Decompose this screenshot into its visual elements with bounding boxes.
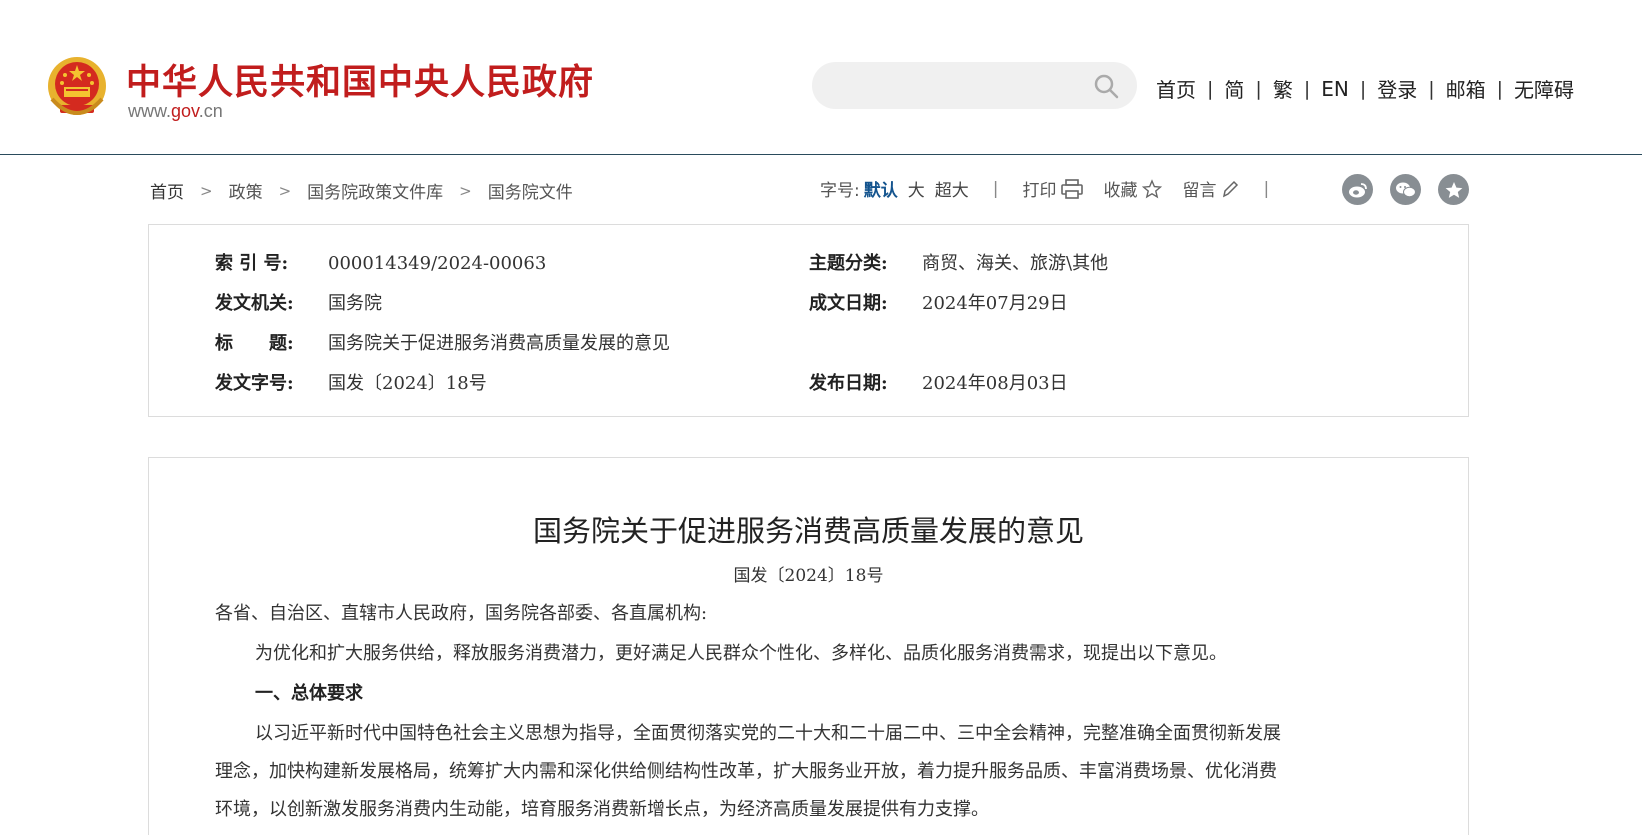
nav-separator: | [1207,77,1214,100]
meta-issuer-value: 国务院 [328,293,382,314]
meta-written-label: 成文日期: [809,293,888,314]
breadcrumb-policy[interactable]: 政策 [229,178,263,203]
meta-topic-label: 主题分类: [809,253,888,274]
nav-english[interactable]: EN [1321,77,1349,101]
site-url[interactable]: www.gov.cn [128,101,223,122]
nav-login[interactable]: 登录 [1377,74,1417,103]
meta-docno-value: 国发〔2024〕18号 [328,373,487,394]
document-title: 国务院关于促进服务消费高质量发展的意见 [532,514,1084,548]
nav-separator: | [1255,77,1262,100]
national-emblem-icon[interactable] [46,55,108,121]
top-nav: 首页 | 简 | 繁 | EN | 登录 | 邮箱 | 无障碍 [1156,74,1574,103]
nav-mail[interactable]: 邮箱 [1446,74,1486,103]
section-paragraph-line: 理念，加快构建新发展格局，统筹扩大内需和深化供给侧结构性改革，扩大服务业开放，着… [215,761,1277,782]
site-url-suffix: .cn [198,101,223,121]
chevron-right-icon: > [278,181,292,200]
site-header: 中华人民共和国中央人民政府 www.gov.cn 首页 | 简 | 繁 | EN | 登… [0,0,1642,155]
site-url-mid: gov [171,101,199,121]
intro-paragraph: 为优化和扩大服务供给，释放服务消费潜力，更好满足人民群众个性化、多样化、品质化服… [255,643,1227,664]
site-name[interactable]: 中华人民共和国中央人民政府 [126,54,594,105]
print-button[interactable]: 打印 [1022,176,1084,201]
meta-issuer: 发文机关: 国务院 [215,289,382,315]
site-url-prefix: www. [128,101,172,121]
nav-home[interactable]: 首页 [1156,74,1196,103]
printer-icon [1061,178,1084,199]
document-metadata: 索 引 号: 000014349/2024-00063 主题分类: 商贸、海关、旅游… [148,224,1469,417]
meta-written-value: 2024年07月29日 [922,293,1068,314]
chevron-right-icon: > [200,181,213,200]
breadcrumb-policy-library[interactable]: 国务院政策文件库 [307,178,443,203]
document-body: 国务院关于促进服务消费高质量发展的意见 国发〔2024〕18号 各省、自治区、直… [148,457,1469,835]
print-label: 打印 [1022,181,1057,201]
nav-separator: | [1359,77,1367,100]
comment-button[interactable]: 留言 [1182,176,1239,201]
meta-index: 索 引 号: 000014349/2024-00063 [215,249,546,275]
section-heading: 一、总体要求 [255,683,363,704]
pencil-icon [1223,180,1239,197]
wechat-share-button[interactable] [1390,174,1421,205]
favorite-button[interactable]: 收藏 [1103,176,1163,201]
weibo-icon [1348,182,1367,197]
meta-docno: 发文字号: 国发〔2024〕18号 [215,369,487,395]
chevron-right-icon: > [459,181,472,200]
meta-title-label: 标 题: [215,333,294,354]
search-box [812,62,1137,109]
meta-index-label: 索 引 号: [215,253,289,274]
document-number: 国发〔2024〕18号 [733,566,884,586]
search-icon[interactable] [1093,73,1119,99]
meta-published-date: 发布日期: 2024年08月03日 [809,369,1068,395]
meta-title-value: 国务院关于促进服务消费高质量发展的意见 [328,333,670,354]
meta-index-value: 000014349/2024-00063 [328,253,547,274]
meta-published-label: 发布日期: [809,373,888,394]
meta-published-value: 2024年08月03日 [922,373,1068,394]
nav-separator: | [1428,77,1435,100]
meta-issuer-label: 发文机关: [215,293,294,314]
star-icon [1142,178,1163,198]
meta-topic: 主题分类: 商贸、海关、旅游\其他 [809,249,1108,275]
nav-simplified[interactable]: 简 [1224,74,1244,103]
divider: | [992,178,999,199]
meta-written-date: 成文日期: 2024年07月29日 [809,289,1068,315]
weibo-share-button[interactable] [1342,174,1373,205]
nav-separator: | [1496,77,1504,100]
font-size-default[interactable]: 默认 [864,176,898,201]
meta-topic-value: 商贸、海关、旅游\其他 [922,253,1109,274]
star-share-icon [1445,181,1462,198]
section-paragraph-line: 环境，以创新激发服务消费内生动能，培育服务消费新增长点，为经济高质量发展提供有力… [215,799,989,820]
breadcrumb-state-council-docs[interactable]: 国务院文件 [488,178,573,203]
meta-docno-label: 发文字号: [215,373,294,394]
breadcrumb-home[interactable]: 首页 [150,178,184,203]
favorite-label: 收藏 [1103,181,1138,201]
search-input[interactable] [836,72,1086,99]
section-paragraph-line: 以习近平新时代中国特色社会主义思想为指导，全面贯彻落实党的二十大和二十届二中、三… [255,723,1281,744]
salutation: 各省、自治区、直辖市人民政府，国务院各部委、各直属机构: [215,603,708,624]
nav-accessibility[interactable]: 无障碍 [1514,74,1574,103]
nav-traditional[interactable]: 繁 [1273,74,1293,103]
font-size-large[interactable]: 大 [908,176,925,201]
nav-separator: | [1303,77,1311,100]
article-tools: 字号: 默认 大 超大 | 打印 收藏 留言 | [820,176,1293,202]
star-share-button[interactable] [1438,174,1469,205]
meta-title: 标 题: 国务院关于促进服务消费高质量发展的意见 [215,329,670,355]
font-size-label: 字号: [820,181,860,201]
font-size-xlarge[interactable]: 超大 [935,176,969,201]
breadcrumb: 首页 > 政策 > 国务院政策文件库 > 国务院文件 [150,178,573,204]
wechat-icon [1395,182,1416,197]
comment-label: 留言 [1182,181,1217,201]
divider: | [1263,178,1270,199]
